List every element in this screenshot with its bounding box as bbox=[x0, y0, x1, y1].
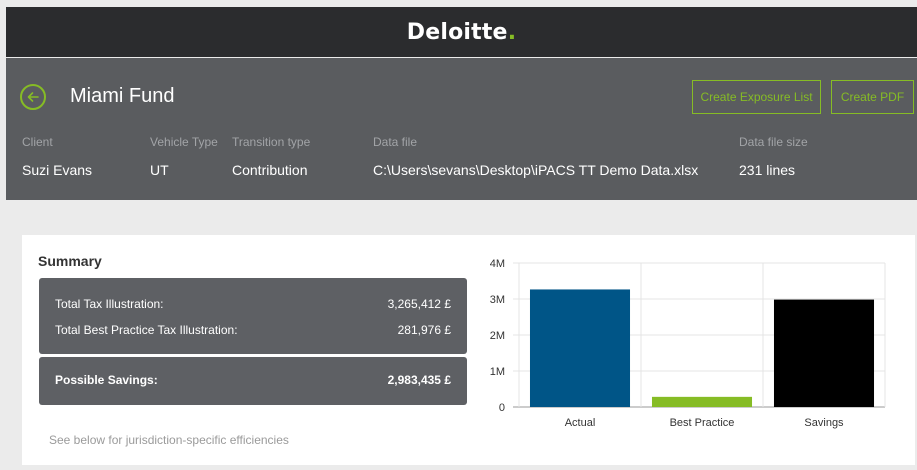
y-tick-label: 4M bbox=[490, 258, 505, 270]
transition-type-label: Transition type bbox=[232, 135, 311, 149]
create-pdf-button[interactable]: Create PDF bbox=[831, 80, 914, 114]
page-title: Miami Fund bbox=[70, 85, 175, 107]
client-label: Client bbox=[22, 135, 53, 149]
savings-value: 2,983,435 £ bbox=[387, 373, 451, 387]
savings-row: Possible Savings: 2,983,435 £ bbox=[55, 373, 451, 387]
x-tick-label: Savings bbox=[804, 417, 844, 429]
y-tick-label: 2M bbox=[490, 330, 505, 342]
client-value: Suzi Evans bbox=[22, 162, 93, 178]
x-tick-label: Best Practice bbox=[670, 417, 735, 429]
summary-row-value: 3,265,412 £ bbox=[387, 297, 451, 311]
x-tick-label: Actual bbox=[565, 417, 596, 429]
y-tick-label: 3M bbox=[490, 294, 505, 306]
summary-row-value: 281,976 £ bbox=[397, 323, 451, 337]
summary-title: Summary bbox=[38, 253, 102, 269]
data-file-size-value: 231 lines bbox=[739, 162, 796, 178]
summary-row-label: Total Best Practice Tax Illustration: bbox=[55, 323, 238, 337]
top-bar: Deloitte. bbox=[6, 7, 917, 57]
summary-bar-chart: 0 1M 2M 3M 4M Actual Best Practice Savings bbox=[490, 258, 886, 429]
data-file-value: C:\Users\sevans\Desktop\iPACS TT Demo Da… bbox=[373, 162, 699, 178]
summary-row: Total Tax Illustration: 3,265,412 £ bbox=[55, 297, 451, 311]
vehicle-type-label: Vehicle Type bbox=[150, 135, 218, 149]
summary-card: Summary Total Tax Illustration: 3,265,41… bbox=[22, 235, 915, 465]
transition-type-value: Contribution bbox=[232, 162, 308, 178]
fund-header: Miami Fund Create Exposure List Create P… bbox=[6, 58, 917, 200]
vehicle-type-value: UT bbox=[150, 162, 169, 178]
savings-label: Possible Savings: bbox=[55, 373, 158, 387]
y-tick-label: 1M bbox=[490, 366, 505, 378]
y-tick-label: 0 bbox=[499, 402, 505, 414]
summary-row: Total Best Practice Tax Illustration: 28… bbox=[55, 323, 451, 337]
bar bbox=[651, 396, 753, 407]
tax-illustration-box: Total Tax Illustration: 3,265,412 £ Tota… bbox=[39, 278, 467, 354]
possible-savings-box: Possible Savings: 2,983,435 £ bbox=[39, 357, 467, 405]
deloitte-logo: Deloitte. bbox=[406, 19, 517, 45]
data-file-label: Data file bbox=[373, 135, 418, 149]
arrow-left-icon bbox=[27, 92, 39, 102]
create-exposure-list-button[interactable]: Create Exposure List bbox=[692, 80, 821, 114]
bar bbox=[773, 299, 875, 407]
data-file-size-label: Data file size bbox=[739, 135, 808, 149]
back-button[interactable] bbox=[20, 84, 46, 110]
footnote: See below for jurisdiction-specific effi… bbox=[49, 433, 289, 447]
bar bbox=[529, 289, 631, 407]
summary-row-label: Total Tax Illustration: bbox=[55, 297, 164, 311]
